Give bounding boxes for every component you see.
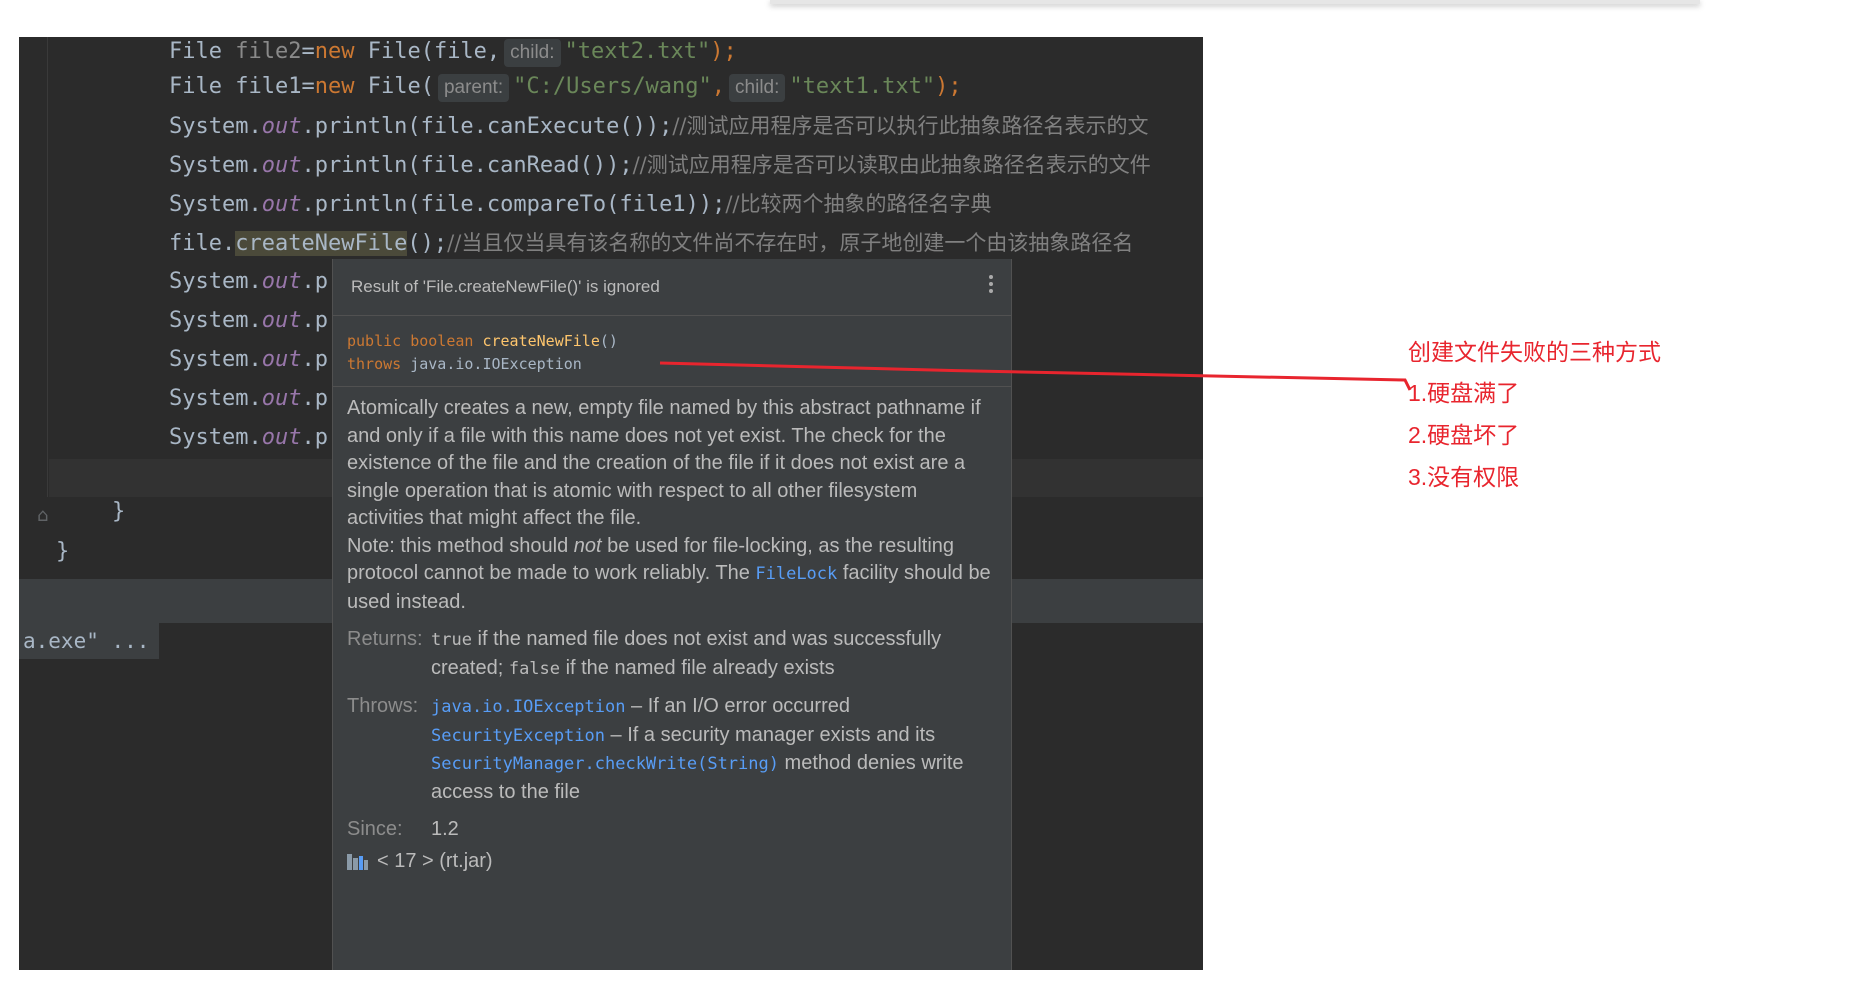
annotation-item-2: 2.硬盘坏了 bbox=[1408, 422, 1520, 448]
checkwrite-link[interactable]: SecurityManager.checkWrite(String) bbox=[431, 754, 779, 774]
method-signature: public boolean createNewFile() throws ja… bbox=[333, 316, 1011, 387]
inspection-title: Result of 'File.createNewFile()' is igno… bbox=[351, 277, 660, 296]
code-line-file2[interactable]: File file2=new File(file, child: "text2.tx… bbox=[169, 37, 737, 70]
doc-library: < 17 > (rt.jar) bbox=[347, 848, 997, 876]
doc-body: Atomically creates a new, empty file nam… bbox=[333, 387, 1011, 875]
console-output: a.exe" ... bbox=[19, 623, 160, 659]
filelock-link[interactable]: FileLock bbox=[755, 564, 837, 584]
code-comment: //当且仅当具有该名称的文件尚不存在时，原子地创建一个由该抽象路径名 bbox=[447, 231, 1134, 255]
annotation-item-1: 1.硬盘满了 bbox=[1408, 380, 1520, 406]
code-line-println[interactable]: System.out.p bbox=[169, 342, 328, 378]
ignored-result-highlight[interactable]: createNewFile bbox=[235, 231, 408, 256]
code-line-file1[interactable]: File file1=new File(parent: "C:/Users/wan… bbox=[169, 69, 962, 105]
code-comment: //测试应用程序是否可以读取由此抽象路径名表示的文件 bbox=[632, 153, 1151, 177]
code-line-println[interactable]: System.out.p bbox=[169, 381, 328, 417]
ioexception-link[interactable]: java.io.IOException bbox=[431, 697, 625, 717]
inspection-header: Result of 'File.createNewFile()' is igno… bbox=[333, 259, 1011, 316]
annotation-title: 创建文件失败的三种方式 bbox=[1408, 339, 1661, 365]
top-window-edge bbox=[770, 0, 1700, 4]
param-hint: parent: bbox=[437, 74, 510, 102]
code-line-println[interactable]: System.out.p bbox=[169, 420, 328, 456]
param-hint: child: bbox=[504, 39, 561, 67]
library-icon bbox=[347, 852, 369, 871]
doc-since: Since: 1.2 bbox=[347, 818, 459, 840]
quick-doc-popup[interactable]: Result of 'File.createNewFile()' is igno… bbox=[332, 259, 1012, 970]
code-comment: //测试应用程序是否可以执行此抽象路径名表示的文 bbox=[672, 114, 1149, 138]
securityexception-link[interactable]: SecurityException bbox=[431, 726, 605, 746]
code-line-println[interactable]: System.out.p bbox=[169, 303, 328, 339]
method-close-brace: } bbox=[112, 499, 126, 524]
annotation-item-3: 3.没有权限 bbox=[1408, 464, 1520, 490]
code-line-println[interactable]: System.out.p bbox=[169, 264, 328, 300]
code-line-createnewfile[interactable]: file.createNewFile();//当且仅当具有该名称的文件尚不存在时… bbox=[169, 225, 1133, 261]
code-comment: //比较两个抽象的路径名字典 bbox=[725, 192, 992, 216]
class-close-brace: } bbox=[56, 539, 70, 564]
param-hint: child: bbox=[729, 74, 786, 102]
fold-icon[interactable]: ⌂ bbox=[37, 505, 48, 526]
gutter-guide bbox=[47, 37, 48, 497]
doc-note: Note: this method should not be used for… bbox=[347, 534, 991, 613]
code-line-canread[interactable]: System.out.println(file.canRead());//测试应… bbox=[169, 147, 1151, 183]
doc-throws: Throws: java.io.IOException – If an I/O … bbox=[347, 695, 964, 803]
doc-returns: Returns: true if the named file does not… bbox=[347, 628, 942, 679]
more-options-icon[interactable] bbox=[985, 272, 997, 300]
code-line-canexecute[interactable]: System.out.println(file.canExecute());//… bbox=[169, 108, 1149, 144]
doc-description: Atomically creates a new, empty file nam… bbox=[347, 397, 981, 529]
code-line-compareto[interactable]: System.out.println(file.compareTo(file1)… bbox=[169, 186, 991, 222]
